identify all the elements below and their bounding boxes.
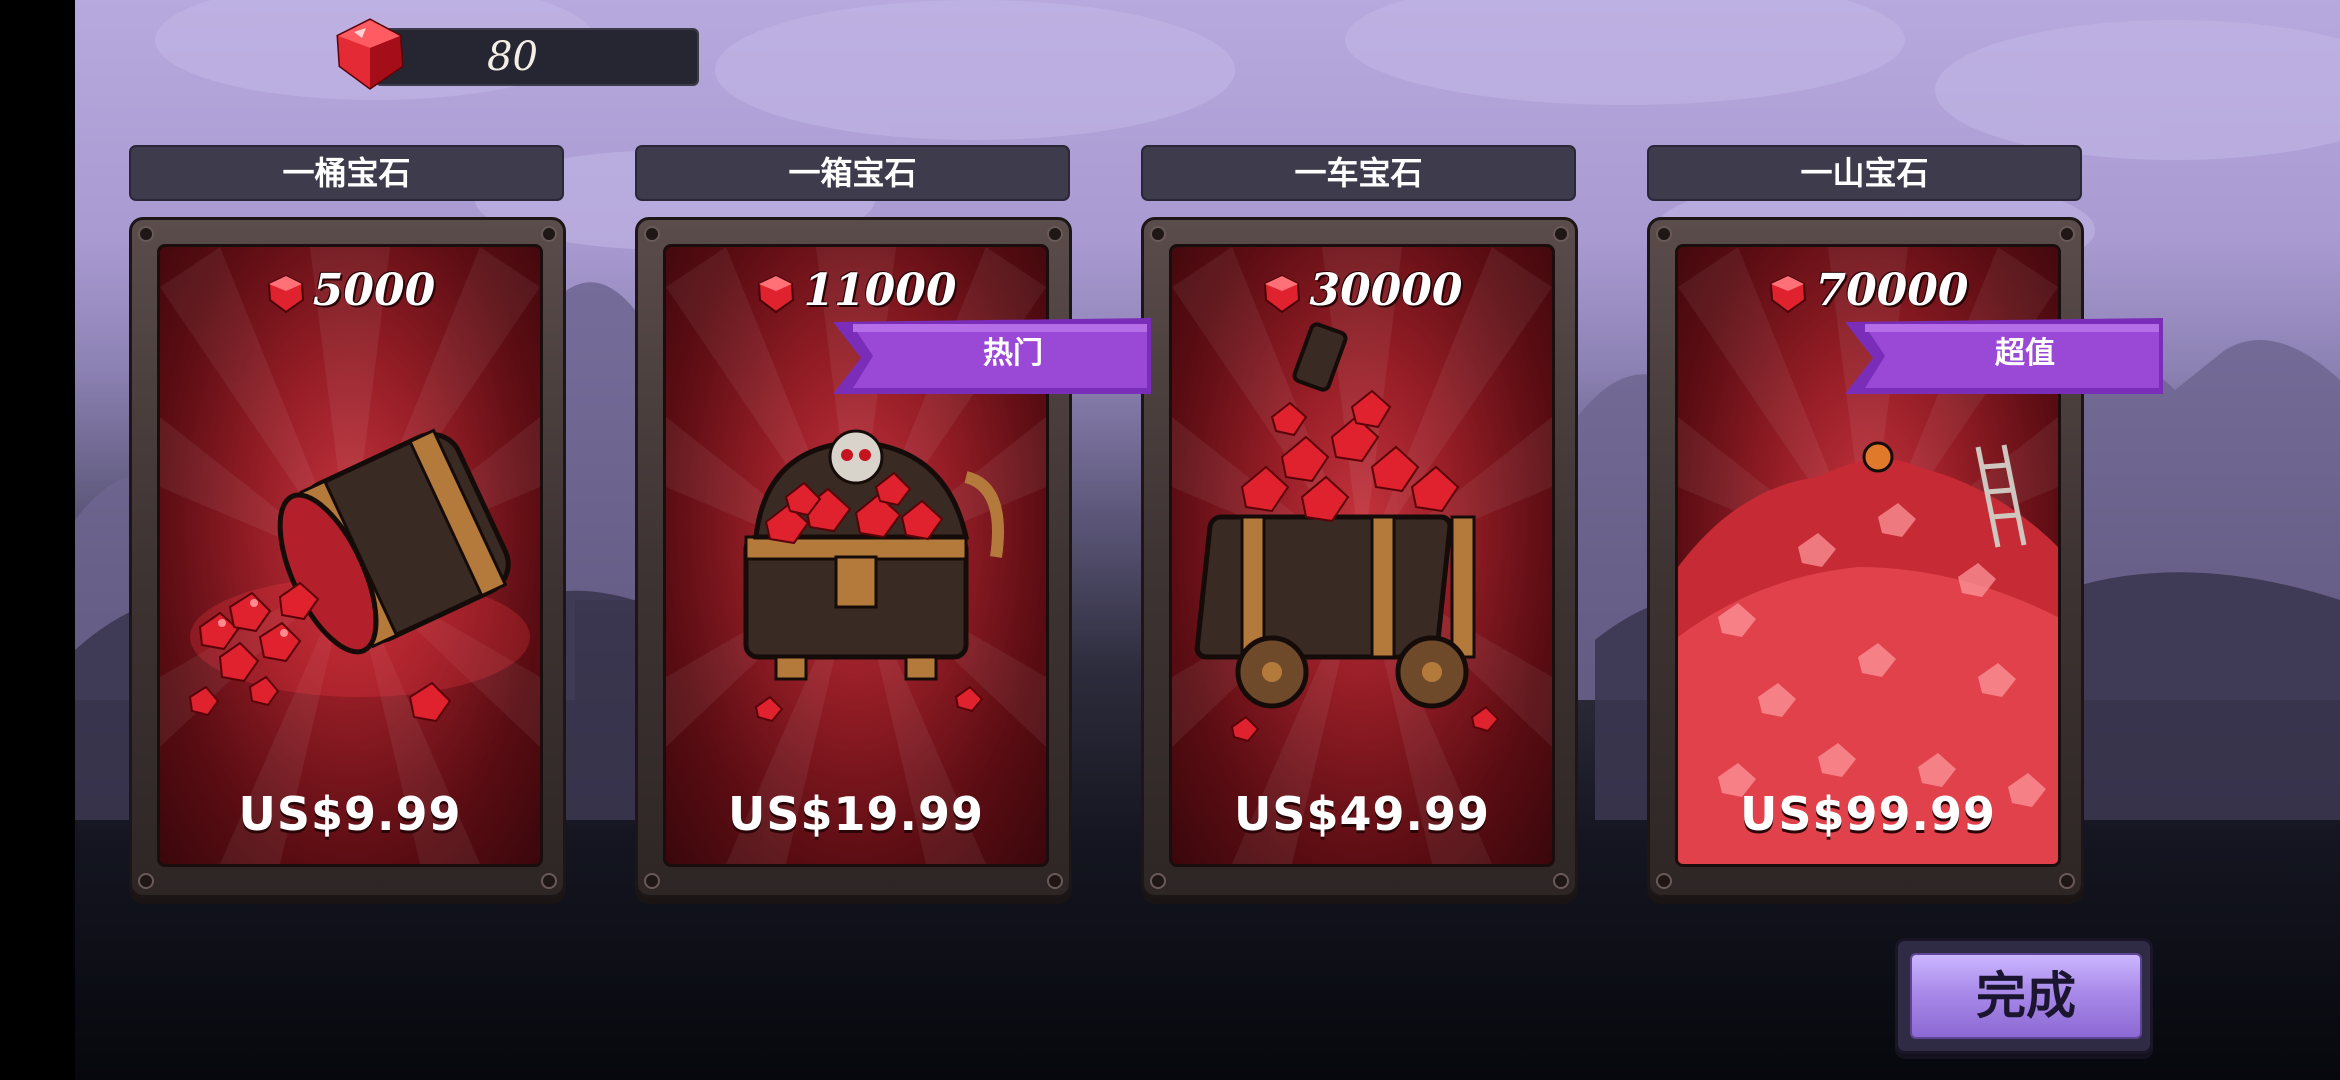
rivet	[1553, 873, 1569, 889]
pack-frame: 5000 US$9.99	[129, 217, 566, 898]
gem-amount: 11000	[666, 265, 1046, 316]
rivet	[644, 873, 660, 889]
pack-title: 一山宝石	[1647, 145, 2082, 201]
rivet	[138, 873, 154, 889]
pack-panel: 5000 US$9.99	[157, 244, 543, 867]
pack-price: US$19.99	[728, 787, 984, 841]
gem-mountain-illustration	[1678, 441, 2058, 864]
rivet	[2059, 873, 2075, 889]
game-shop-scene: 80 一桶宝石 5000 US$9.99 一箱宝石 11000 US$19.99…	[75, 0, 2340, 1080]
pack-title: 一箱宝石	[635, 145, 1070, 201]
ruby-gem-icon	[1770, 274, 1807, 313]
rivet	[1047, 226, 1063, 242]
hot-badge: 热门	[833, 318, 1151, 396]
ruby-gem-icon	[758, 274, 795, 313]
gem-pack-card[interactable]: 一山宝石 70000 US$99.99	[1647, 0, 2084, 900]
gem-amount-value: 5000	[312, 265, 436, 316]
done-button-face[interactable]: 完成	[1910, 953, 2142, 1039]
gem-pack-card[interactable]: 一箱宝石 11000 US$19.99	[635, 0, 1072, 900]
gem-amount: 5000	[160, 265, 540, 316]
done-button-label: 完成	[1976, 967, 2076, 1025]
rivet	[1553, 226, 1569, 242]
rivet	[644, 226, 660, 242]
rivet	[138, 226, 154, 242]
pack-price: US$49.99	[1234, 787, 1490, 841]
rivet	[1656, 226, 1672, 242]
pack-panel: 30000 US$49.99	[1169, 244, 1555, 867]
pack-frame: 30000 US$49.99	[1141, 217, 1578, 898]
ruby-gem-icon	[1264, 274, 1301, 313]
rivet	[1656, 873, 1672, 889]
gem-pack-card[interactable]: 一桶宝石 5000 US$9.99	[129, 0, 566, 900]
pack-price: US$99.99	[1740, 787, 1996, 841]
value-badge: 超值	[1845, 318, 2163, 396]
pack-title: 一桶宝石	[129, 145, 564, 201]
gem-amount: 30000	[1172, 265, 1552, 316]
gem-amount-value: 30000	[1309, 265, 1463, 316]
rivet	[1150, 873, 1166, 889]
pack-price: US$9.99	[238, 787, 462, 841]
pack-title: 一车宝石	[1141, 145, 1576, 201]
rivet	[541, 873, 557, 889]
rivet	[541, 226, 557, 242]
gem-amount-value: 11000	[803, 265, 957, 316]
badge-label: 热门	[983, 336, 1043, 371]
gem-amount-value: 70000	[1815, 265, 1969, 316]
gem-barrel-illustration	[188, 428, 530, 723]
rivet	[1047, 873, 1063, 889]
gem-pack-card[interactable]: 一车宝石 30000 US$49.99	[1141, 0, 1578, 900]
rivet	[1150, 226, 1166, 242]
done-button[interactable]: 完成	[1895, 938, 2153, 1054]
rivet	[2059, 226, 2075, 242]
gem-amount: 70000	[1678, 265, 2058, 316]
gem-cart-illustration	[1194, 322, 1500, 743]
ruby-gem-icon	[267, 274, 304, 313]
badge-label: 超值	[1995, 336, 2055, 371]
